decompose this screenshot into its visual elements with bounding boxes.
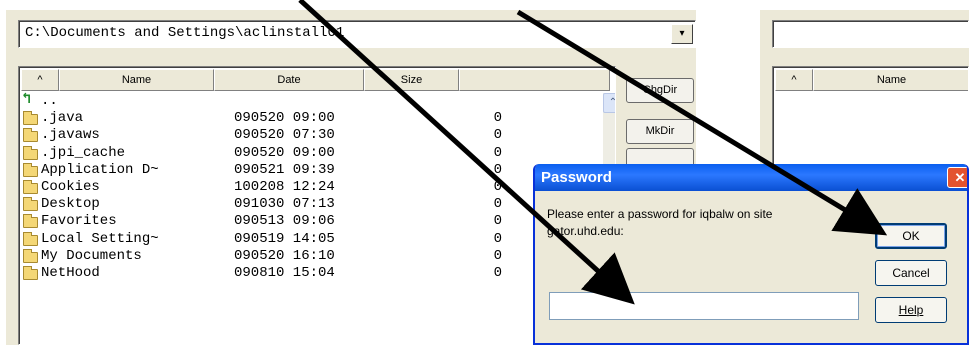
file-name: Desktop — [41, 196, 100, 213]
file-name: My Documents — [41, 247, 142, 264]
extra-column-header — [459, 69, 610, 91]
file-size: 0 — [493, 178, 502, 195]
dialog-title: Password — [541, 169, 612, 186]
file-row[interactable]: NetHood 090810 15:04 0 — [21, 265, 502, 282]
file-name: Application D~ — [41, 161, 159, 178]
file-date: 090810 15:04 — [234, 264, 335, 281]
file-date: 091030 07:13 — [234, 196, 335, 213]
mkdir-button[interactable]: MkDir — [626, 119, 694, 144]
file-date: 090519 14:05 — [234, 230, 335, 247]
remote-path-field[interactable] — [772, 20, 969, 48]
file-row[interactable]: ↰.. — [21, 91, 502, 110]
file-row[interactable]: Desktop 091030 07:13 0 — [21, 196, 502, 213]
file-size: 0 — [493, 264, 502, 281]
file-date: 090520 09:00 — [234, 110, 335, 127]
folder-icon — [21, 162, 41, 179]
file-row[interactable]: .jpi_cache 090520 09:00 0 — [21, 145, 502, 162]
close-icon[interactable]: ✕ — [947, 167, 967, 188]
file-name: Local Setting~ — [41, 230, 159, 247]
file-size: 0 — [493, 230, 502, 247]
size-column-header[interactable]: Size — [364, 69, 459, 91]
file-size: 0 — [493, 213, 502, 230]
date-column-header[interactable]: Date — [214, 69, 364, 91]
file-size: 0 — [493, 161, 502, 178]
folder-icon — [21, 213, 41, 230]
name-column-header[interactable]: Name — [59, 69, 214, 91]
file-name: .jpi_cache — [41, 144, 126, 161]
file-date — [234, 93, 384, 110]
password-dialog: Password ✕ Please enter a password for i… — [533, 164, 969, 345]
file-row[interactable]: Local Setting~ 090519 14:05 0 — [21, 231, 502, 248]
dialog-titlebar: Password ✕ — [535, 164, 967, 191]
file-date: 090520 16:10 — [234, 247, 335, 264]
file-size: 0 — [493, 127, 502, 144]
folder-icon — [21, 248, 41, 265]
folder-icon — [21, 110, 41, 127]
file-row[interactable]: Favorites 090513 09:06 0 — [21, 213, 502, 230]
file-date: 090521 09:39 — [234, 161, 335, 178]
remote-sort-column-header[interactable]: ^ — [775, 69, 813, 91]
up-folder-icon: ↰ — [22, 91, 32, 108]
local-path-field[interactable]: C:\Documents and Settings\aclinstall01 — [18, 20, 696, 48]
file-size: 0 — [493, 196, 502, 213]
ok-button[interactable]: OK — [875, 223, 947, 249]
file-name: .javaws — [41, 127, 100, 144]
remote-column-header-row: ^ Name — [775, 69, 968, 91]
folder-icon — [21, 265, 41, 282]
file-row[interactable]: My Documents 090520 16:10 0 — [21, 248, 502, 265]
file-size: 0 — [493, 110, 502, 127]
password-prompt: Please enter a password for iqbalw on si… — [547, 207, 773, 238]
file-size — [384, 93, 502, 110]
file-date: 090513 09:06 — [234, 213, 335, 230]
file-row[interactable]: .java 090520 09:00 0 — [21, 110, 502, 127]
file-name: Cookies — [41, 178, 100, 195]
file-name: .java — [41, 110, 84, 127]
file-size: 0 — [493, 144, 502, 161]
folder-icon — [21, 196, 41, 213]
cancel-button[interactable]: Cancel — [875, 260, 947, 286]
column-header-row: ^ Name Date Size — [21, 69, 613, 91]
file-rows: ↰.. .java 090520 09:00 0 .javaws 090520 07:30… — [21, 91, 502, 282]
file-size: 0 — [493, 247, 502, 264]
path-dropdown-button[interactable]: ▾ — [671, 24, 693, 44]
file-row[interactable]: Cookies 100208 12:24 0 — [21, 179, 502, 196]
chgdir-button[interactable]: ChgDir — [626, 78, 694, 103]
sort-column-header[interactable]: ^ — [21, 69, 59, 91]
file-date: 090520 09:00 — [234, 144, 335, 161]
folder-icon — [21, 231, 41, 248]
chevron-down-icon: ▾ — [679, 28, 685, 39]
local-file-list: ^ Name Date Size ↰.. .java 090520 09:00 0 .j… — [18, 66, 616, 345]
help-button[interactable]: Help — [875, 297, 947, 323]
file-row[interactable]: .javaws 090520 07:30 0 — [21, 127, 502, 144]
file-name: .. — [41, 93, 58, 109]
file-name: NetHood — [41, 264, 100, 281]
folder-icon — [21, 145, 41, 162]
file-name: Favorites — [41, 213, 117, 230]
file-row[interactable]: Application D~ 090521 09:39 0 — [21, 162, 502, 179]
scroll-up-icon[interactable]: ⌃ — [603, 93, 615, 113]
remote-name-column-header[interactable]: Name — [813, 69, 968, 91]
password-input[interactable] — [549, 292, 859, 320]
file-date: 100208 12:24 — [234, 178, 335, 195]
file-date: 090520 07:30 — [234, 127, 335, 144]
folder-icon — [21, 179, 41, 196]
folder-icon — [21, 127, 41, 144]
